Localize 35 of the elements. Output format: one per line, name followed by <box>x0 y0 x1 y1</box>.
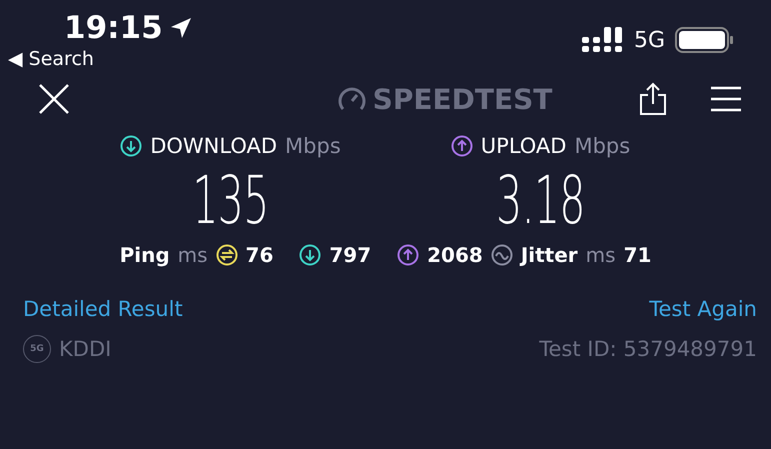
unit-label: ms <box>586 243 616 267</box>
menu-icon[interactable] <box>711 86 741 112</box>
jitter-label: Jitter <box>520 243 578 267</box>
ping-label: Ping <box>120 243 170 267</box>
test-id: Test ID: 5379489791 <box>539 337 757 361</box>
network-type: 5G <box>634 28 665 52</box>
download-icon <box>120 135 142 157</box>
idle-ping-icon <box>216 244 238 266</box>
test-again-link[interactable]: Test Again <box>649 297 757 321</box>
speed-value: 135 <box>192 162 269 239</box>
ping-value: 2068 <box>427 243 483 267</box>
signal-icon <box>582 27 624 53</box>
upload-icon <box>450 135 473 157</box>
speed-value: 3.18 <box>496 162 585 239</box>
result-label: DOWNLOAD <box>150 134 278 158</box>
jitter-icon <box>490 244 513 266</box>
ping-value: 797 <box>329 243 372 267</box>
battery-icon <box>675 27 735 53</box>
provider-name: KDDI <box>59 337 112 361</box>
share-icon[interactable] <box>639 82 667 116</box>
ping-value: 76 <box>246 243 274 267</box>
unit-label: Mbps <box>574 134 630 158</box>
unit-label: ms <box>178 243 208 267</box>
unit-label: Mbps <box>285 134 341 158</box>
upload-icon <box>397 244 420 266</box>
location-arrow-icon <box>168 16 193 40</box>
detailed-result-link[interactable]: Detailed Result <box>23 297 183 321</box>
close-icon[interactable] <box>38 83 70 115</box>
download-icon <box>299 244 322 266</box>
app-logo: SPEEDTEST <box>372 82 552 116</box>
network-badge: 5G <box>23 335 51 363</box>
result-label: UPLOAD <box>480 134 566 158</box>
back-link[interactable]: ◀ Search <box>8 48 193 70</box>
clock-time: 19:15 <box>64 10 163 46</box>
jitter-value: 71 <box>624 243 652 267</box>
